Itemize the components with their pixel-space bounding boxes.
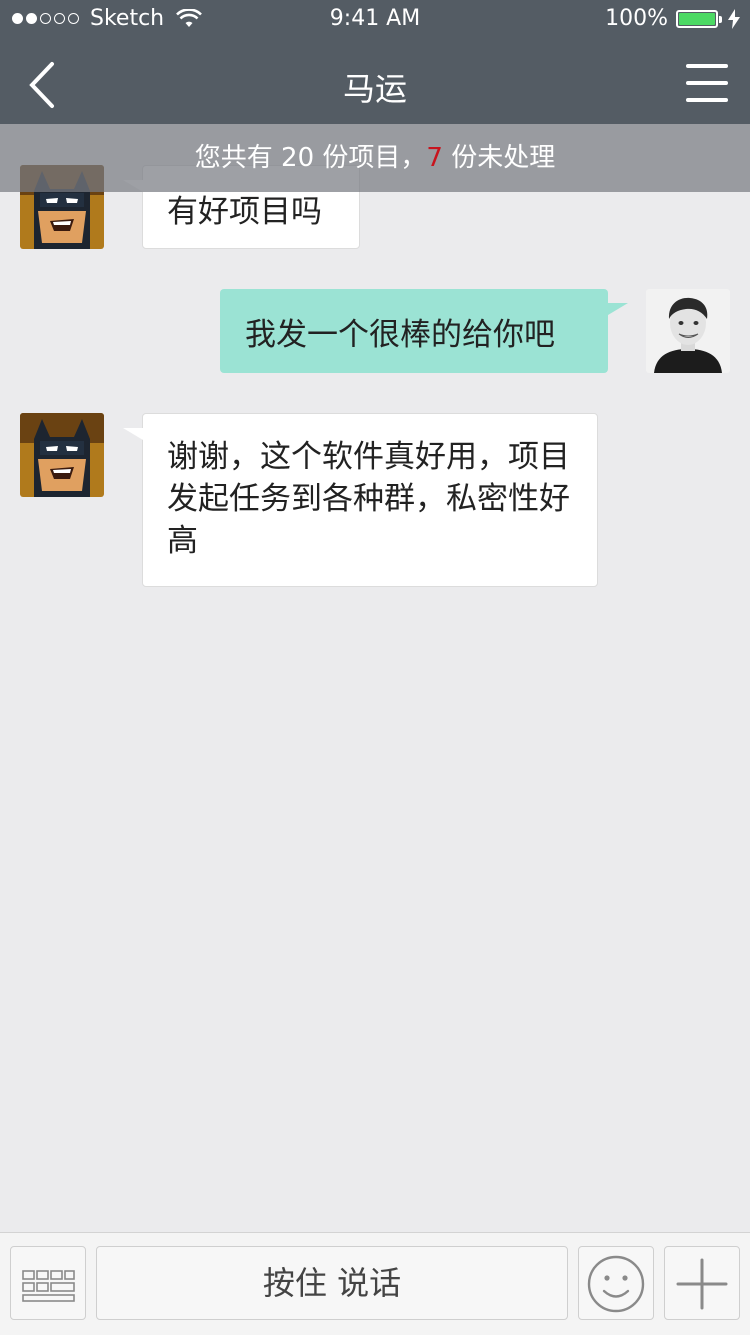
battery-percent: 100% [605, 6, 668, 31]
message-bubble-outgoing[interactable]: 我发一个很棒的给你吧 [220, 289, 628, 373]
talk-label: 按住 说话 [262, 1264, 402, 1302]
add-button[interactable] [664, 1246, 740, 1320]
unprocessed-count: 7 [426, 143, 443, 173]
nav-bar: 马运 [0, 40, 750, 124]
pending-notice-banner[interactable]: 您共有 20 份项目，7 份未处理 [0, 124, 750, 192]
contact-avatar[interactable] [20, 413, 104, 497]
menu-button[interactable] [684, 62, 730, 104]
message-text: 我发一个很棒的给你吧 [245, 317, 555, 353]
smiley-icon [587, 1255, 645, 1313]
notice-prefix: 您共有 20 份项目， [194, 143, 427, 173]
message-text: 谢谢，这个软件真好用，项目发起任务到各种群，私密性好高 [167, 439, 570, 559]
hamburger-icon [686, 64, 728, 102]
charging-bolt-icon [728, 8, 740, 29]
top-bar: Sketch 9:41 AM 100% 马运 [0, 0, 750, 124]
input-bar: 按住 说话 [0, 1232, 750, 1335]
message-bubble-incoming[interactable]: 谢谢，这个软件真好用，项目发起任务到各种群，私密性好高 [123, 413, 598, 587]
status-bar: Sketch 9:41 AM 100% [0, 0, 750, 40]
my-avatar[interactable] [646, 289, 730, 373]
keyboard-icon [22, 1270, 75, 1302]
notice-suffix: 份未处理 [442, 143, 556, 173]
user-photo-icon [646, 289, 730, 373]
battery-icon [676, 9, 722, 28]
plus-icon [676, 1258, 728, 1310]
emoji-button[interactable] [578, 1246, 654, 1320]
hold-to-talk-button[interactable]: 按住 说话 [96, 1246, 568, 1320]
keyboard-toggle-button[interactable] [10, 1246, 86, 1320]
battery-status: 100% [605, 6, 740, 31]
page-title: 马运 [342, 70, 407, 108]
batman-avatar-icon [20, 413, 104, 497]
message-text: 有好项目吗 [167, 194, 322, 230]
